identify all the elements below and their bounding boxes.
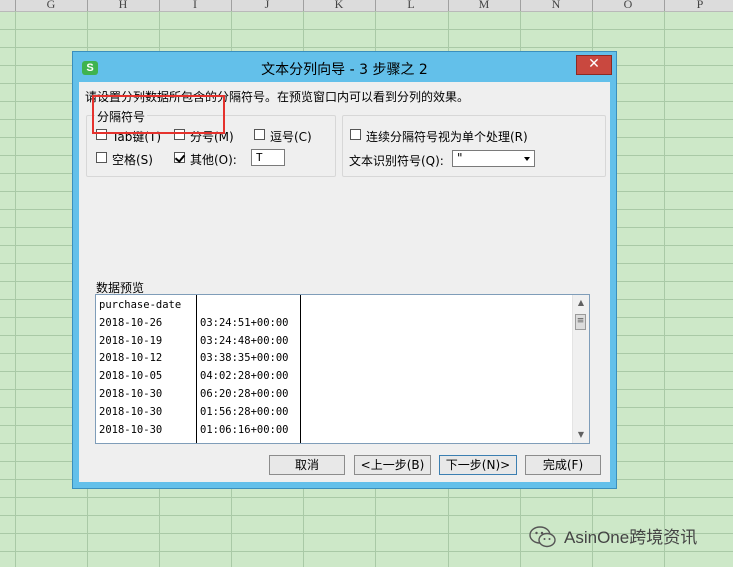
finish-button[interactable]: 完成(F) [525,455,601,475]
checkbox-box[interactable] [350,129,361,140]
column-header-i[interactable]: I [159,0,231,12]
column-header-k[interactable]: K [303,0,375,12]
text-qualifier-value: " [457,151,463,165]
column-header-separator [231,0,232,11]
other-checkbox-label: 其他(O): [190,153,237,167]
preview-cell-time: 03:24:51+00:00 [200,316,289,329]
preview-cell-date: 2018-10-12 [99,352,163,365]
preview-cell-date: purchase-date [99,299,182,311]
annotation-highlight-box [92,95,225,134]
column-break-line [300,295,301,443]
column-header-h[interactable]: H [87,0,159,12]
column-header-separator [87,0,88,11]
dropdown-arrow-icon [524,157,530,161]
cancel-button[interactable]: 取消 [269,455,345,475]
column-header-l[interactable]: L [375,0,447,12]
grid-column-line [15,0,16,567]
preview-cell-date: 2018-10-30 [99,405,163,418]
grid-row-line [0,497,733,498]
wechat-icon [529,526,556,548]
other-delimiter-input[interactable]: T [251,149,285,166]
column-header-separator [592,0,593,11]
preview-cell-time: 03:24:48+00:00 [200,334,289,347]
column-header-separator [159,0,160,11]
dialog-titlebar[interactable]: S 文本分列向导 - 3 步骤之 2 ✕ [73,52,616,82]
back-button[interactable]: <上一步(B) [354,455,431,475]
column-header-separator [664,0,665,11]
next-button[interactable]: 下一步(N)> [439,455,517,475]
column-header-separator [520,0,521,11]
preview-cell-date: 2018-10-30 [99,388,163,400]
column-header-o[interactable]: O [592,0,664,12]
dialog-title: 文本分列向导 - 3 步骤之 2 [261,62,428,78]
preview-cell-time: 04:02:28+00:00 [200,370,289,383]
scroll-up-arrow-icon[interactable]: ▲ [573,295,589,311]
close-button[interactable]: ✕ [576,55,612,75]
watermark-text: AsinOne跨境资讯 [564,528,698,547]
preview-cell-time: 06:20:28+00:00 [200,388,289,400]
column-header-bar: G H I J K L M N O P [0,0,733,12]
scrollbar-thumb[interactable]: ≡ [575,314,586,330]
grid-column-line [664,0,665,567]
text-qualifier-select[interactable]: " [452,150,535,167]
scroll-down-arrow-icon[interactable]: ▼ [573,427,589,443]
preview-cell-time: 01:56:28+00:00 [200,405,289,418]
column-header-separator [303,0,304,11]
preview-scrollbar[interactable]: ▲ ≡ ▼ [572,295,589,443]
column-header-separator [375,0,376,11]
preview-cell-date: 2018-10-05 [99,370,163,383]
text-qualifier-label: 文本识别符号(Q): [349,154,444,168]
space-checkbox-label: 空格(S) [112,153,153,167]
column-header-j[interactable]: J [231,0,303,12]
checkbox-box[interactable] [254,129,265,140]
grid-row-line [0,47,733,48]
column-header-p[interactable]: P [664,0,733,12]
column-header-g[interactable]: G [15,0,87,12]
dialog-body: 请设置分列数据所包含的分隔符号。在预览窗口内可以看到分列的效果。 分隔符号 Ta… [79,82,610,482]
checkbox-box[interactable] [96,152,107,163]
preview-cell-date: 2018-10-19 [99,334,163,347]
preview-cell-time: 03:38:35+00:00 [200,352,289,365]
preview-cell-date: 2018-10-30 [99,423,163,436]
column-break-line [196,295,197,443]
column-header-m[interactable]: M [448,0,520,12]
grid-row-line [0,29,733,30]
checkmark-icon[interactable] [174,152,185,163]
column-header-n[interactable]: N [520,0,592,12]
consecutive-delimiters-label: 连续分隔符号视为单个处理(R) [366,130,528,144]
close-icon: ✕ [588,56,600,72]
column-header-separator [15,0,16,11]
grid-row-line [0,551,733,552]
grid-row-line [0,515,733,516]
data-preview-pane[interactable]: purchase-date 2018-10-26 03:24:51+00:00 201… [95,294,590,444]
column-header-separator [448,0,449,11]
preview-cell-time: 01:06:16+00:00 [200,423,289,436]
comma-checkbox-label: 逗号(C) [270,130,312,144]
preview-cell-date: 2018-10-26 [99,316,163,329]
